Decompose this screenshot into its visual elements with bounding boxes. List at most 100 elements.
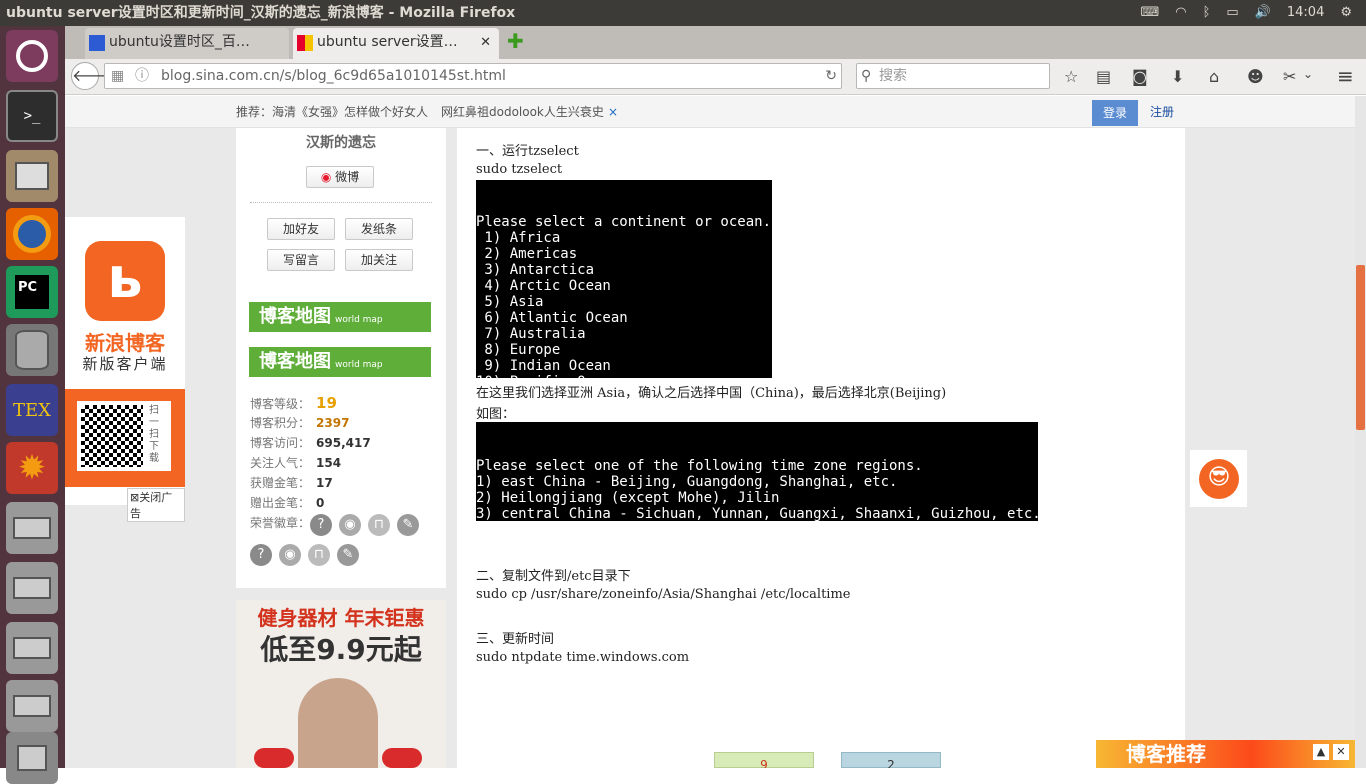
- ad-subtitle: 新版客户端: [82, 355, 168, 373]
- pycharm-icon[interactable]: PC: [6, 266, 58, 318]
- badge-question-icon[interactable]: ?: [310, 514, 332, 536]
- url-text: blog.sina.com.cn/s/blog_6c9d65a1010145st…: [161, 68, 506, 84]
- terminal-icon[interactable]: >_: [6, 90, 58, 142]
- scrollbar-thumb[interactable]: [1356, 265, 1365, 430]
- article-body: 一、运行tzselect sudo tzselect Please select…: [457, 128, 1185, 768]
- disk-drive-icon[interactable]: [6, 680, 58, 732]
- follow-button[interactable]: 加关注: [345, 249, 413, 271]
- window-title: ubuntu server设置时区和更新时间_汉斯的遗忘_新浪博客 - Mozi…: [6, 5, 516, 21]
- disk-drive-icon[interactable]: [6, 622, 58, 674]
- web-page: 推荐： 海清《女强》怎样做个好女人 网红鼻祖dodolook人生兴衰史 × 登录…: [65, 96, 1355, 768]
- keyboard-icon[interactable]: ⌨: [1140, 0, 1159, 26]
- write-message-button[interactable]: 写留言: [267, 249, 335, 271]
- terminal-screenshot-continents: Please select a continent or ocean. 1) A…: [476, 180, 788, 406]
- ad-close-button[interactable]: ⊠关闭广告: [127, 488, 185, 522]
- reload-icon[interactable]: ↻: [825, 64, 837, 88]
- reader-icon[interactable]: ▦: [111, 64, 124, 88]
- weibo-icon: ◉: [320, 170, 332, 184]
- blog-map-banner[interactable]: 博客地图 world map: [249, 302, 431, 332]
- register-link[interactable]: 注册: [1150, 96, 1174, 128]
- star-app-icon[interactable]: ✹: [6, 442, 58, 494]
- home-icon[interactable]: ⌂: [1209, 67, 1219, 86]
- overflow-chevron-icon[interactable]: ⌄: [1303, 67, 1313, 81]
- promo-close-icon[interactable]: ×: [608, 96, 618, 128]
- tab-sina-blog[interactable]: ubuntu server设置… ✕: [293, 28, 499, 59]
- usb-drive-icon[interactable]: [6, 502, 58, 554]
- add-friend-button[interactable]: 加好友: [267, 218, 335, 240]
- back-button-icon[interactable]: 🡐: [71, 62, 115, 90]
- volume-icon[interactable]: 🔊: [1255, 0, 1271, 26]
- blog-owner-name[interactable]: 汉斯的遗忘: [236, 132, 446, 152]
- badge-pen-icon[interactable]: ✎: [397, 514, 419, 536]
- badge-lock-icon[interactable]: ⊓: [368, 514, 390, 536]
- tab-strip: ubuntu设置时区_百… ubuntu server设置… ✕ ✚: [65, 26, 1366, 59]
- system-indicators: ⌨ ◠ ᛒ ▭ 🔊 14:04 ⚙: [1140, 0, 1366, 26]
- command-tzselect: sudo tzselect: [476, 162, 563, 177]
- badge-camera-icon[interactable]: ◉: [279, 544, 301, 566]
- stat-badges: 荣誉徽章：: [250, 516, 311, 530]
- blog-recommend-bar[interactable]: 博客推荐 ▲ ✕: [1096, 740, 1355, 768]
- downloads-icon[interactable]: ⬇: [1171, 67, 1184, 86]
- url-bar[interactable]: ▦ ⓘ blog.sina.com.cn/s/blog_6c9d65a10101…: [104, 63, 842, 89]
- close-tab-icon[interactable]: ✕: [480, 28, 491, 57]
- qr-code-panel: 扫一扫下载: [77, 401, 171, 471]
- dumbbell-icon: [254, 748, 294, 768]
- bookmark-star-icon[interactable]: ☆: [1064, 67, 1078, 86]
- promo-link-2[interactable]: 网红鼻祖dodolook人生兴衰史: [441, 96, 604, 128]
- menu-hamburger-icon[interactable]: ≡: [1337, 64, 1354, 88]
- baidu-favicon-icon: [89, 35, 105, 51]
- tab-baidu[interactable]: ubuntu设置时区_百…: [85, 28, 289, 59]
- weibo-button[interactable]: ◉ 微博: [306, 166, 374, 188]
- search-placeholder: 搜索: [879, 68, 907, 84]
- sina-blog-ad[interactable]: ь 新浪博客 新版客户端 扫一扫下载 ⊠关闭广告: [65, 217, 185, 522]
- badge-pen-icon[interactable]: ✎: [337, 544, 359, 566]
- badge-camera-icon[interactable]: ◉: [339, 514, 361, 536]
- chat-icon[interactable]: ☻: [1247, 67, 1264, 86]
- page-scrollbar[interactable]: [1355, 96, 1366, 768]
- fitness-ad-line2: 低至9.9元起: [260, 633, 422, 666]
- disk-drive-icon[interactable]: [6, 562, 58, 614]
- files-icon[interactable]: [6, 150, 58, 202]
- floating-widget[interactable]: 😎: [1190, 450, 1247, 507]
- battery-icon[interactable]: ▭: [1226, 0, 1238, 26]
- send-note-button[interactable]: 发纸条: [345, 218, 413, 240]
- trash-icon[interactable]: [6, 732, 58, 784]
- texmaker-icon[interactable]: TEX: [6, 384, 58, 436]
- new-tab-icon[interactable]: ✚: [507, 29, 524, 53]
- login-button[interactable]: 登录: [1092, 100, 1138, 126]
- firefox-icon[interactable]: [6, 208, 58, 260]
- search-input[interactable]: ⚲ 搜索: [856, 63, 1050, 89]
- stat-followers: 关注人气： 154: [250, 456, 342, 470]
- database-icon[interactable]: [6, 324, 58, 376]
- collapse-icon[interactable]: ▲: [1313, 744, 1329, 760]
- badge-question-icon[interactable]: ?: [250, 544, 272, 566]
- like-vote-button[interactable]: 9: [714, 752, 814, 768]
- profile-sidebar: 汉斯的遗忘 ◉ 微博 加好友 发纸条 写留言 加关注 博客地图 world map…: [236, 128, 446, 588]
- stat-pens-given: 赠出金笔： 0: [250, 496, 325, 510]
- dash-ubuntu-icon[interactable]: [6, 30, 58, 82]
- extension-icon[interactable]: ✂: [1283, 67, 1296, 86]
- bluetooth-icon[interactable]: ᛒ: [1203, 0, 1211, 26]
- pocket-icon[interactable]: ◙: [1132, 67, 1148, 86]
- fitness-ad[interactable]: 健身器材 年末钜惠 低至9.9元起: [236, 600, 446, 768]
- nav-bar: 🡐 ▦ ⓘ blog.sina.com.cn/s/blog_6c9d65a101…: [65, 59, 1366, 95]
- selection-note: 在这里我们选择亚洲 Asia，确认之后选择中国（China)，最后选择北京(Be…: [476, 386, 947, 401]
- fitness-ad-line1: 健身器材 年末钜惠: [257, 606, 425, 630]
- clock[interactable]: 14:04: [1287, 0, 1324, 26]
- blog-map-banner[interactable]: 博客地图 world map: [249, 347, 431, 377]
- wifi-icon[interactable]: ◠: [1175, 0, 1186, 26]
- terminal-screenshot-regions: Please select one of the following time …: [476, 422, 1041, 554]
- launcher: >_ PC TEX ✹: [0, 26, 65, 784]
- promo-link-1[interactable]: 海清《女强》怎样做个好女人: [272, 96, 428, 128]
- badge-lock-icon[interactable]: ⊓: [308, 544, 330, 566]
- top-panel: ubuntu server设置时区和更新时间_汉斯的遗忘_新浪博客 - Mozi…: [0, 0, 1366, 26]
- bookmarks-list-icon[interactable]: ▤: [1096, 67, 1111, 86]
- ad-scan-text: 扫一扫下载: [149, 405, 159, 464]
- close-icon[interactable]: ✕: [1333, 744, 1349, 760]
- step2-heading: 二、复制文件到/etc目录下: [476, 569, 631, 584]
- settings-gear-icon[interactable]: ⚙: [1340, 0, 1352, 26]
- figure-label: 如图：: [476, 407, 516, 422]
- dislike-vote-button[interactable]: 2: [841, 752, 941, 768]
- info-icon[interactable]: ⓘ: [135, 64, 149, 88]
- stat-pens-received: 获赠金笔： 17: [250, 476, 333, 490]
